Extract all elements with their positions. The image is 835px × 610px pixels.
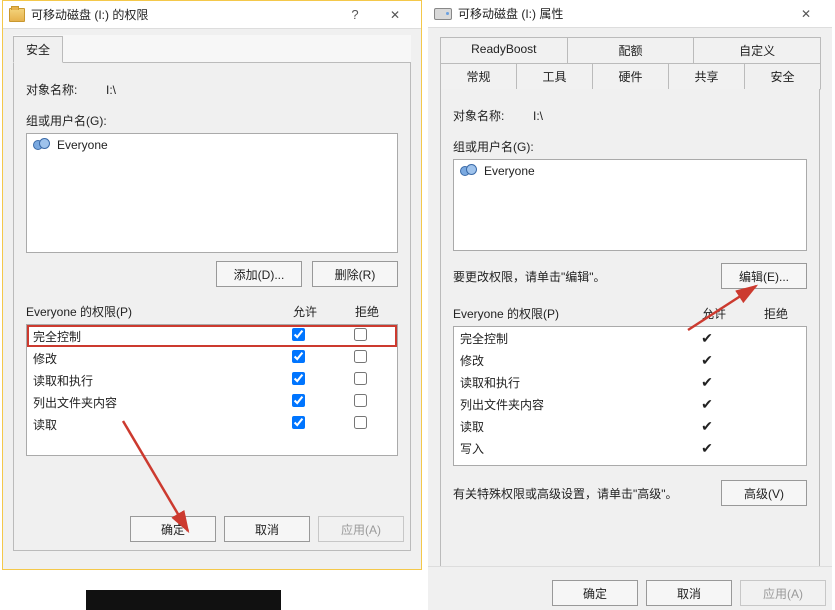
- folder-icon: [9, 8, 25, 22]
- groups-label: 组或用户名(G):: [453, 138, 807, 155]
- perm-row-read-execute[interactable]: 读取和执行: [27, 369, 397, 391]
- permissions-list[interactable]: 完全控制 修改 读取和执行 列出文件夹内容: [26, 324, 398, 456]
- perm-row-full-control[interactable]: 完全控制: [27, 325, 397, 347]
- tab-tools[interactable]: 工具: [516, 63, 593, 90]
- permissions-label: Everyone 的权限(P): [26, 303, 274, 320]
- advanced-button[interactable]: 高级(V): [721, 480, 807, 506]
- perm-row: 读取✔: [454, 415, 806, 437]
- window-title: 可移动磁盘 (I:) 的权限: [31, 6, 148, 23]
- column-deny: 拒绝: [745, 305, 807, 322]
- column-deny: 拒绝: [336, 303, 398, 320]
- deny-checkbox[interactable]: [354, 328, 367, 341]
- deny-checkbox[interactable]: [354, 416, 367, 429]
- groups-label: 组或用户名(G):: [26, 112, 398, 129]
- perm-row-list-folder[interactable]: 列出文件夹内容: [27, 391, 397, 413]
- allow-checkbox[interactable]: [292, 416, 305, 429]
- titlebar[interactable]: 可移动磁盘 (I:) 属性: [428, 0, 832, 28]
- column-allow: 允许: [274, 303, 336, 320]
- tab-custom[interactable]: 自定义: [693, 37, 821, 63]
- group-icon: [460, 164, 478, 178]
- close-button[interactable]: [786, 1, 826, 27]
- perm-row: 写入✔: [454, 437, 806, 459]
- cancel-button[interactable]: 取消: [224, 516, 310, 542]
- deny-checkbox[interactable]: [354, 372, 367, 385]
- perm-row: 列出文件夹内容✔: [454, 393, 806, 415]
- object-name-label: 对象名称:: [453, 107, 533, 124]
- allow-check-icon: ✔: [676, 375, 738, 389]
- tab-general[interactable]: 常规: [440, 63, 517, 90]
- allow-check-icon: ✔: [676, 419, 738, 433]
- remove-button[interactable]: 删除(R): [312, 261, 398, 287]
- tab-security[interactable]: 安全: [13, 36, 63, 63]
- drive-icon: [434, 8, 452, 20]
- ok-button[interactable]: 确定: [130, 516, 216, 542]
- perm-row: 修改✔: [454, 349, 806, 371]
- help-button[interactable]: [335, 2, 375, 28]
- allow-checkbox[interactable]: [292, 350, 305, 363]
- group-item-label: Everyone: [57, 138, 108, 152]
- titlebar[interactable]: 可移动磁盘 (I:) 的权限: [3, 1, 421, 29]
- edit-button[interactable]: 编辑(E)...: [721, 263, 807, 289]
- allow-check-icon: ✔: [676, 353, 738, 367]
- perm-row: 读取和执行✔: [454, 371, 806, 393]
- tab-sharing[interactable]: 共享: [668, 63, 745, 90]
- decorative-strip: [86, 590, 281, 610]
- properties-dialog: 可移动磁盘 (I:) 属性 ReadyBoost 配额 自定义 常规 工具 硬件…: [428, 0, 832, 610]
- list-item-everyone[interactable]: Everyone: [456, 162, 804, 180]
- tab-readyboost[interactable]: ReadyBoost: [440, 37, 568, 63]
- tab-hardware[interactable]: 硬件: [592, 63, 669, 90]
- permissions-label: Everyone 的权限(P): [453, 305, 683, 322]
- apply-button[interactable]: 应用(A): [740, 580, 826, 606]
- ok-button[interactable]: 确定: [552, 580, 638, 606]
- group-icon: [33, 138, 51, 152]
- allow-checkbox[interactable]: [292, 372, 305, 385]
- permissions-dialog: 可移动磁盘 (I:) 的权限 安全 对象名称: I:\ 组或用户名(G): Ev…: [2, 0, 422, 570]
- allow-checkbox[interactable]: [292, 328, 305, 341]
- advanced-note: 有关特殊权限或高级设置，请单击"高级"。: [453, 485, 721, 502]
- object-name-value: I:\: [533, 109, 543, 123]
- group-item-label: Everyone: [484, 164, 535, 178]
- deny-checkbox[interactable]: [354, 350, 367, 363]
- perm-row-modify[interactable]: 修改: [27, 347, 397, 369]
- allow-checkbox[interactable]: [292, 394, 305, 407]
- column-allow: 允许: [683, 305, 745, 322]
- apply-button[interactable]: 应用(A): [318, 516, 404, 542]
- object-name-label: 对象名称:: [26, 81, 106, 98]
- window-title: 可移动磁盘 (I:) 属性: [458, 5, 563, 22]
- edit-note: 要更改权限，请单击"编辑"。: [453, 268, 721, 285]
- permissions-list[interactable]: 完全控制✔ 修改✔ 读取和执行✔ 列出文件夹内容✔ 读取✔ 写入✔: [453, 326, 807, 466]
- allow-check-icon: ✔: [676, 441, 738, 455]
- allow-check-icon: ✔: [676, 397, 738, 411]
- object-name-value: I:\: [106, 83, 116, 97]
- allow-check-icon: ✔: [676, 331, 738, 345]
- perm-row-read[interactable]: 读取: [27, 413, 397, 435]
- deny-checkbox[interactable]: [354, 394, 367, 407]
- close-button[interactable]: [375, 2, 415, 28]
- groups-listbox[interactable]: Everyone: [453, 159, 807, 251]
- tab-quota[interactable]: 配额: [567, 37, 695, 63]
- perm-row: 完全控制✔: [454, 327, 806, 349]
- add-button[interactable]: 添加(D)...: [216, 261, 302, 287]
- list-item-everyone[interactable]: Everyone: [29, 136, 395, 154]
- cancel-button[interactable]: 取消: [646, 580, 732, 606]
- groups-listbox[interactable]: Everyone: [26, 133, 398, 253]
- tab-security[interactable]: 安全: [744, 63, 821, 90]
